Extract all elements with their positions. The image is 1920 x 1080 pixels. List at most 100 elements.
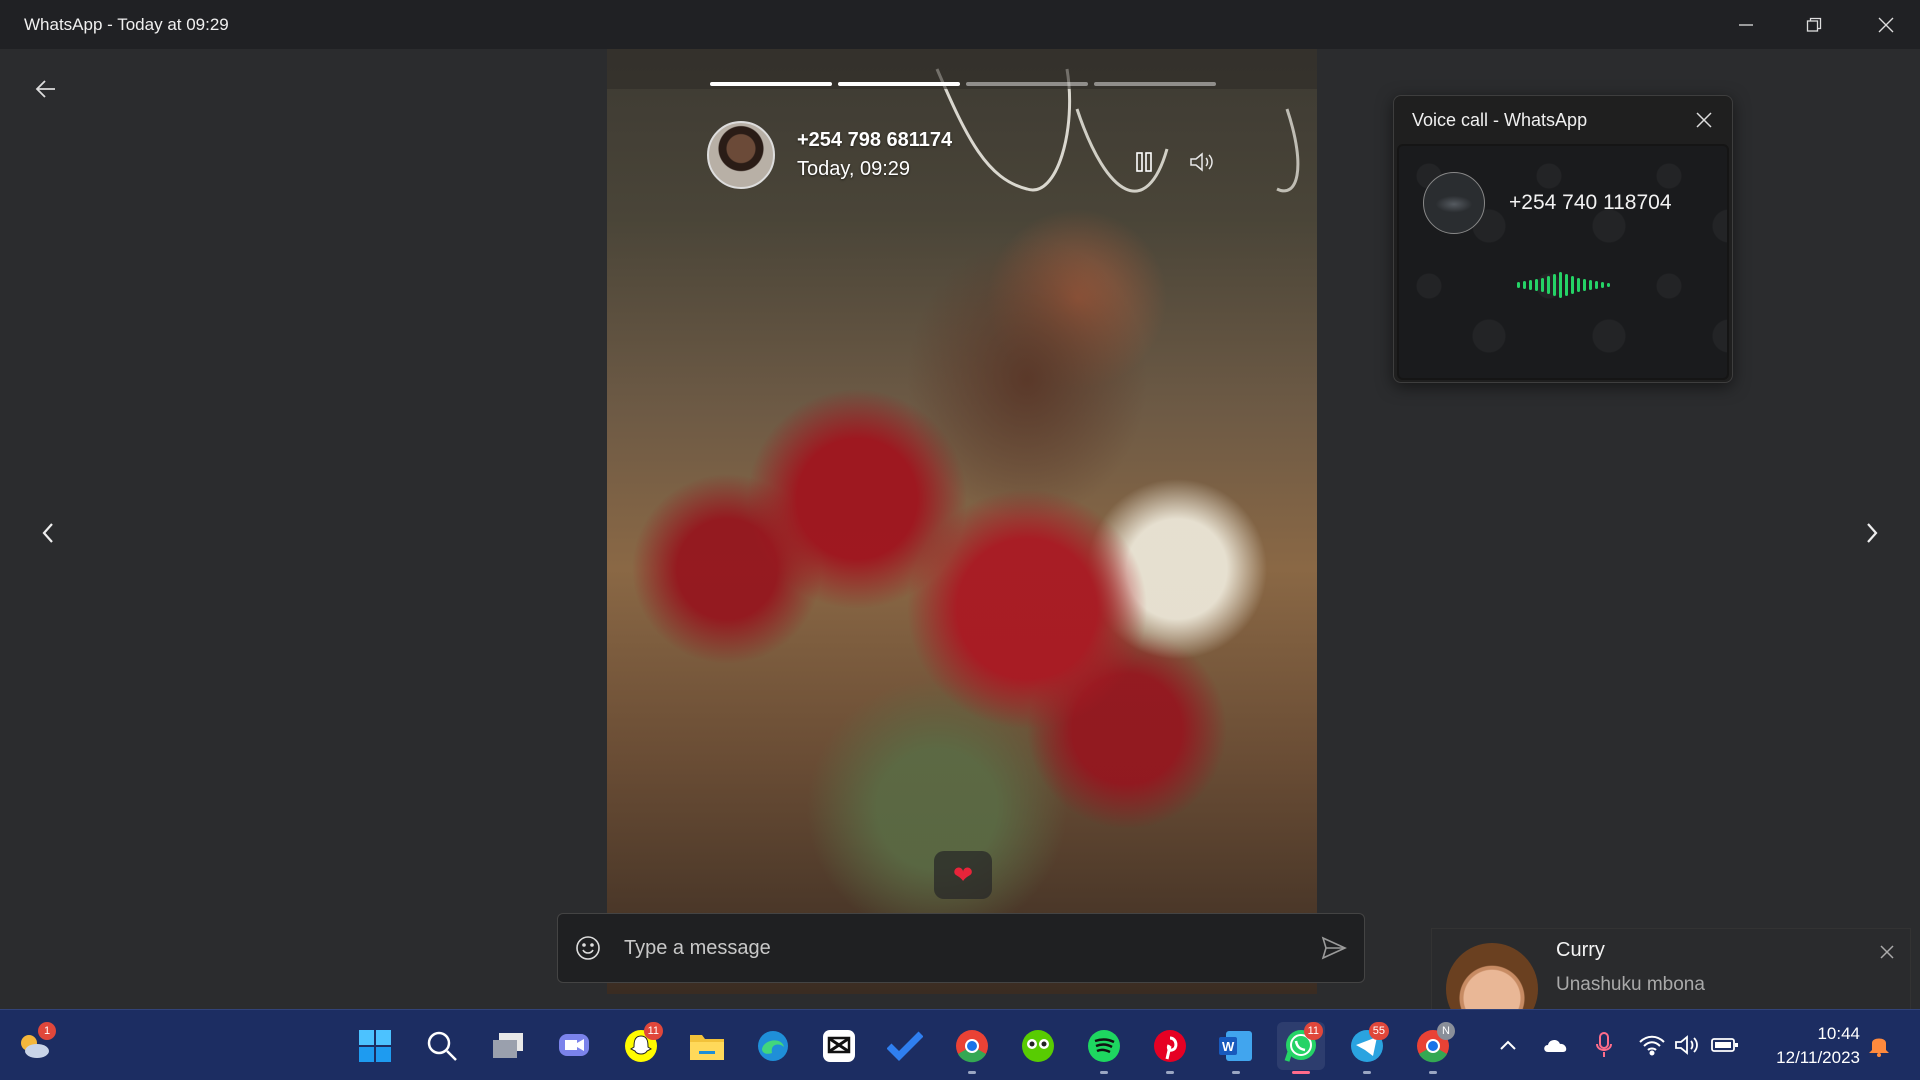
cloud-icon: [1544, 1039, 1567, 1052]
speaker-icon: [1675, 1035, 1698, 1055]
progress-segment: [710, 82, 832, 86]
notifications-button[interactable]: [1864, 1030, 1894, 1060]
whatsapp-app[interactable]: 11: [1277, 1022, 1325, 1074]
speaker-icon: [1190, 152, 1213, 172]
heart-icon: ❤: [952, 861, 974, 889]
message-input[interactable]: [624, 936, 1304, 960]
search-button[interactable]: [418, 1022, 466, 1070]
snapchat-badge: 11: [643, 1022, 663, 1040]
minimize-button[interactable]: [1712, 0, 1780, 49]
file-explorer-app[interactable]: [683, 1022, 731, 1070]
running-indicator: [1363, 1071, 1371, 1074]
onedrive-button[interactable]: [1541, 1030, 1571, 1060]
todo-app[interactable]: [881, 1022, 929, 1070]
edge-app[interactable]: [749, 1022, 797, 1070]
restore-button[interactable]: [1780, 0, 1848, 49]
bell-icon: [1869, 1038, 1889, 1057]
contact-name: +254 798 681174: [797, 129, 953, 151]
back-button[interactable]: [30, 73, 62, 105]
pause-button[interactable]: [1127, 145, 1161, 179]
task-view-icon: [493, 1033, 523, 1058]
smiley-icon: [576, 936, 600, 960]
sender-name: Curry: [1556, 939, 1605, 961]
teams-chat-button[interactable]: [550, 1022, 598, 1070]
notification-message: Unashuku mbona: [1556, 974, 1705, 995]
svg-text:W: W: [1222, 1039, 1235, 1054]
spotify-icon: [1088, 1030, 1120, 1062]
weather-badge: 1: [38, 1022, 56, 1040]
capcut-app[interactable]: [815, 1022, 863, 1070]
close-call-window-button[interactable]: [1690, 106, 1718, 134]
word-app[interactable]: W: [1212, 1022, 1260, 1074]
weather-widget[interactable]: 1: [10, 1022, 58, 1070]
pinterest-icon: [1154, 1030, 1186, 1062]
previous-status-button[interactable]: [28, 513, 68, 553]
voice-call-window[interactable]: Voice call - WhatsApp +254 740 118704: [1393, 95, 1733, 383]
call-body: +254 740 118704: [1397, 144, 1729, 380]
volume-tray-button[interactable]: [1672, 1030, 1702, 1060]
windows-icon: [359, 1030, 391, 1062]
status-header: +254 798 681174 Today, 09:29: [707, 121, 952, 189]
send-button[interactable]: [1304, 918, 1364, 978]
chrome-profile-app[interactable]: N: [1409, 1022, 1457, 1074]
running-indicator: [1429, 1071, 1437, 1074]
volume-button[interactable]: [1185, 145, 1219, 179]
chrome-profile-badge: N: [1437, 1022, 1455, 1040]
close-icon: [1696, 112, 1712, 128]
folder-icon: [690, 1035, 724, 1060]
progress-segment: [1094, 82, 1216, 86]
next-status-button[interactable]: [1852, 513, 1892, 553]
taskbar: 1 11 W 11 55 N 10:44 12/11/2023: [0, 1009, 1920, 1080]
search-icon: [427, 1031, 457, 1061]
capcut-icon: [823, 1030, 855, 1062]
emoji-button[interactable]: [558, 918, 618, 978]
caller-avatar: [1423, 172, 1485, 234]
restore-icon: [1806, 17, 1822, 32]
chrome-icon: [956, 1030, 988, 1063]
reply-composer: [557, 913, 1365, 983]
wifi-button[interactable]: [1637, 1030, 1667, 1060]
owl-icon: [1022, 1030, 1054, 1062]
battery-button[interactable]: [1710, 1030, 1740, 1060]
window-title: WhatsApp - Today at 09:29: [24, 14, 229, 34]
snapchat-app[interactable]: 11: [617, 1022, 665, 1070]
chevron-left-icon: [42, 523, 53, 543]
chevron-right-icon: [1867, 523, 1878, 543]
contact-avatar[interactable]: [707, 121, 775, 189]
telegram-badge: 55: [1368, 1022, 1389, 1040]
microphone-button[interactable]: [1589, 1030, 1619, 1060]
pinterest-app[interactable]: [1146, 1022, 1194, 1074]
running-indicator: [1232, 1071, 1240, 1074]
edge-icon: [758, 1031, 788, 1061]
heart-reaction-button[interactable]: ❤: [934, 851, 992, 899]
close-icon: [1880, 945, 1894, 959]
clock-date: 12/11/2023: [1776, 1048, 1860, 1067]
checkmark-icon: [887, 1031, 923, 1061]
close-icon: [1878, 17, 1894, 32]
chrome-app[interactable]: [948, 1022, 996, 1074]
close-window-button[interactable]: [1852, 0, 1920, 49]
status-photo[interactable]: +254 798 681174 Today, 09:29 ❤: [607, 49, 1317, 994]
duo-app[interactable]: [1014, 1022, 1062, 1070]
battery-icon: [1711, 1038, 1738, 1052]
dismiss-notification-button[interactable]: [1874, 939, 1900, 965]
status-progress: [710, 82, 1216, 86]
start-button[interactable]: [351, 1022, 399, 1070]
whatsapp-badge: 11: [1303, 1022, 1323, 1040]
microphone-icon: [1596, 1032, 1612, 1057]
clock[interactable]: 10:44 12/11/2023: [1760, 1022, 1860, 1070]
running-indicator: [1100, 1071, 1108, 1074]
audio-waveform-icon: [1517, 272, 1610, 298]
telegram-app[interactable]: 55: [1343, 1022, 1391, 1074]
show-hidden-icons-button[interactable]: [1493, 1030, 1523, 1060]
voice-call-title: Voice call - WhatsApp: [1412, 109, 1588, 130]
wifi-icon: [1639, 1035, 1665, 1056]
minimize-icon: [1739, 23, 1753, 26]
spotify-app[interactable]: [1080, 1022, 1128, 1074]
teams-chat-icon: [559, 1034, 589, 1056]
progress-segment: [838, 82, 960, 86]
status-viewer: +254 798 681174 Today, 09:29 ❤ Voice cal…: [0, 49, 1920, 1048]
task-view-button[interactable]: [484, 1022, 532, 1070]
arrow-left-icon: [35, 80, 55, 98]
running-indicator: [968, 1071, 976, 1074]
